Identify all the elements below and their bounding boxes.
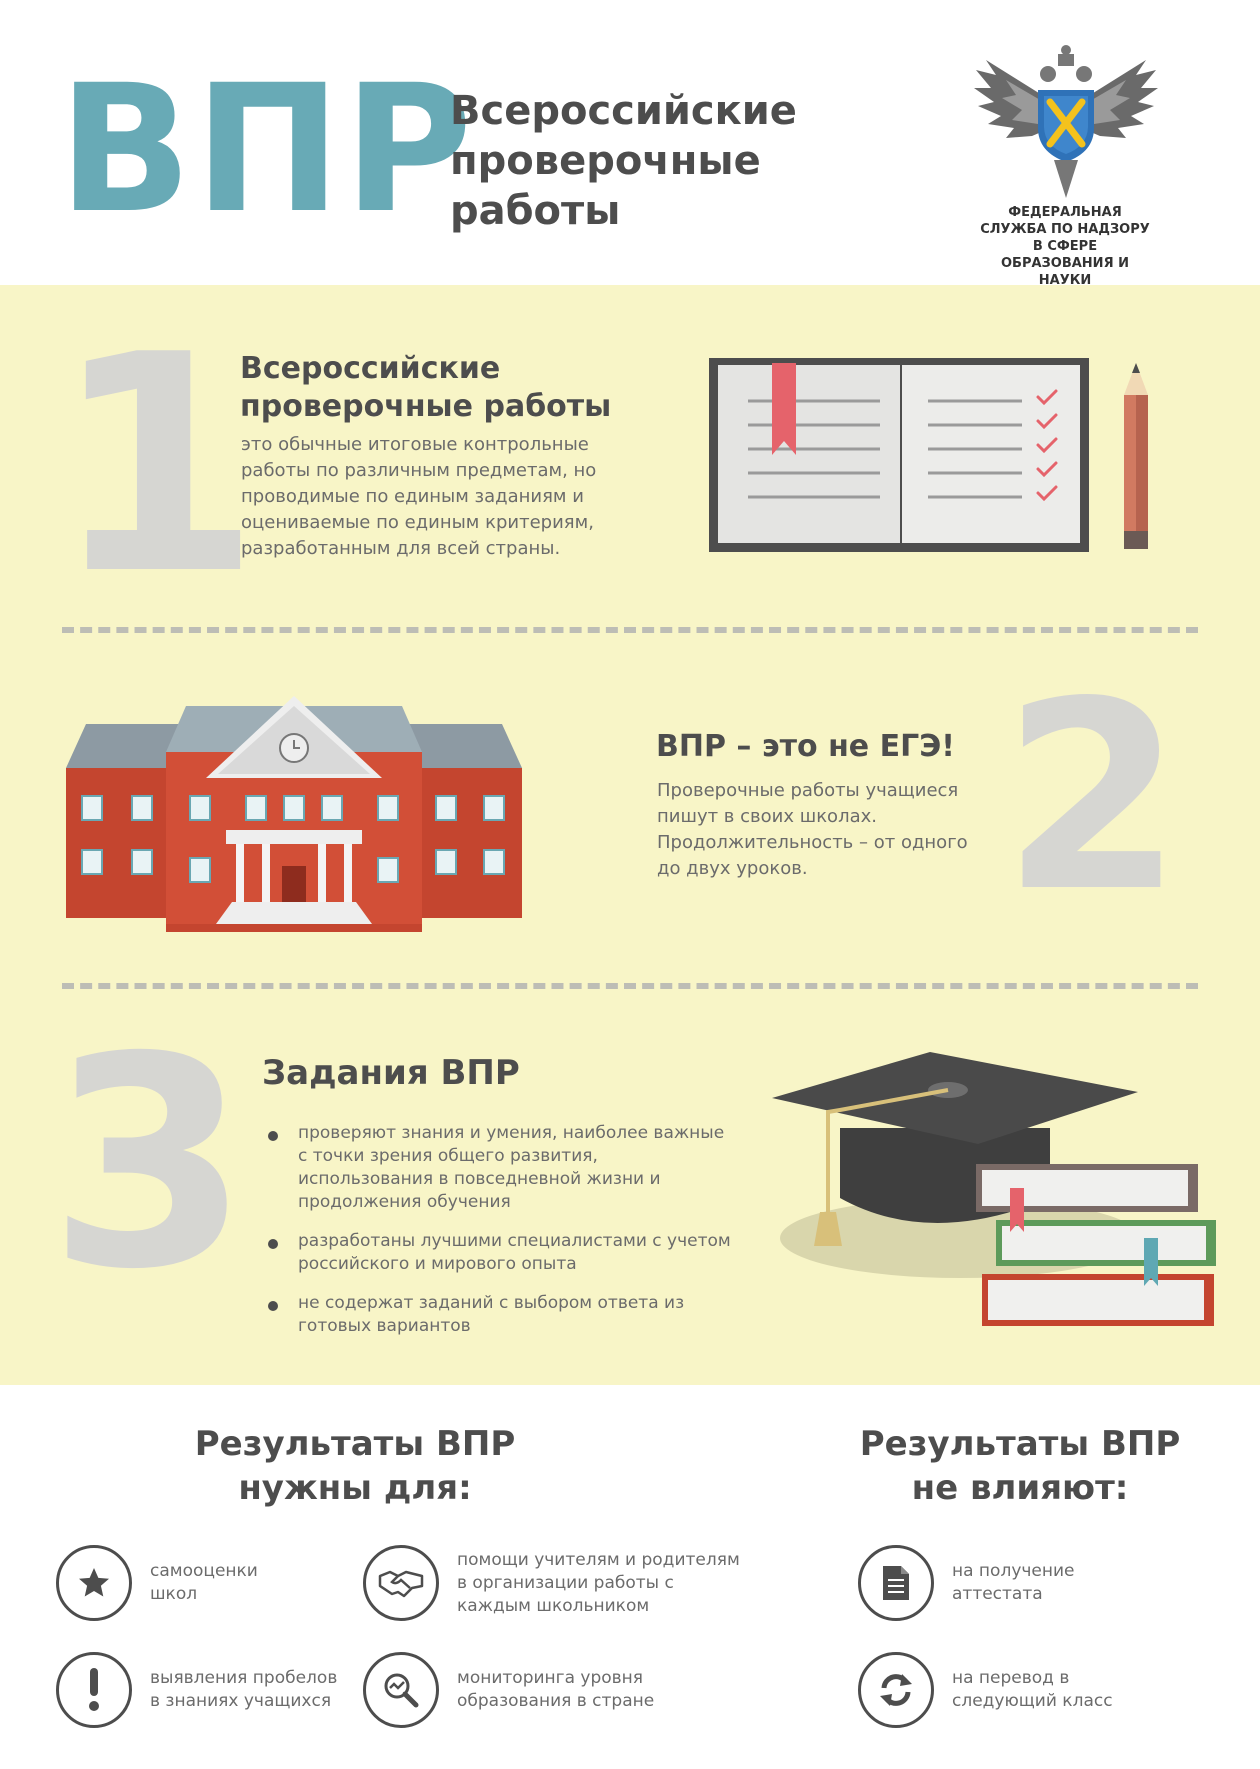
result-item-help: помощи учителям и родителям в организаци… — [363, 1545, 747, 1621]
section-divider — [62, 627, 1198, 633]
bullet-icon — [268, 1131, 278, 1141]
magnifier-chart-icon — [363, 1652, 439, 1728]
eagle-emblem-icon — [974, 45, 1158, 198]
list-item: не содержат заданий с выбором ответа из … — [268, 1292, 738, 1338]
agency-name: ФЕДЕРАЛЬНАЯ СЛУЖБА ПО НАДЗОРУ В СФЕРЕ ОБ… — [980, 205, 1150, 288]
result-item-self-assessment: самооценки школ — [56, 1545, 280, 1621]
result-item-label: мониторинга уровня образования в стране — [457, 1668, 655, 1711]
section-1-text: это обычные итоговые контрольные работы … — [241, 434, 597, 559]
list-item: проверяют знания и умения, наиболее важн… — [268, 1122, 738, 1214]
results-not-affect-title: Результаты ВПР не влияют: — [859, 1424, 1181, 1508]
result-item-label: помощи учителям и родителям в организаци… — [457, 1549, 740, 1616]
result-item-label: на получение аттестата — [952, 1561, 1075, 1604]
result-item-monitoring: мониторинга уровня образования в стране — [363, 1652, 697, 1728]
page-title: Всероссийские проверочные работы — [450, 88, 797, 234]
exclamation-icon — [56, 1652, 132, 1728]
section-1-title: Всероссийские проверочные работы — [240, 351, 612, 424]
graduation-cap-books-illustration — [772, 1052, 1216, 1326]
section-3-title: Задания ВПР — [262, 1053, 520, 1093]
school-building-illustration — [66, 696, 522, 932]
result-item-gaps: выявления пробелов в знаниях учащихся — [56, 1652, 340, 1728]
result-item-certificate: на получение аттестата — [858, 1545, 1092, 1621]
bullet-icon — [268, 1239, 278, 1249]
header: ВПР Всероссийские проверочные работы ФЕД… — [0, 0, 1260, 288]
section-number-2: 2 — [1002, 647, 1183, 949]
list-item: разработаны лучшими специалистами с учет… — [268, 1230, 738, 1276]
section-2-text: Проверочные работы учащиеся пишут в свои… — [657, 780, 968, 879]
result-item-transfer: на перевод в следующий класс — [858, 1652, 1132, 1728]
tasks-list: проверяют знания и умения, наиболее важн… — [268, 1122, 738, 1354]
result-item-label: выявления пробелов в знаниях учащихся — [150, 1668, 338, 1711]
result-item-label: самооценки школ — [150, 1561, 258, 1604]
star-icon — [56, 1545, 132, 1621]
results-needed-title: Результаты ВПР нужны для: — [194, 1424, 516, 1508]
handshake-icon — [363, 1545, 439, 1621]
result-item-label: на перевод в следующий класс — [952, 1668, 1113, 1711]
section-number-3: 3 — [48, 996, 250, 1333]
vpr-logo-text: ВПР — [58, 47, 475, 252]
section-divider — [62, 983, 1198, 989]
document-icon — [858, 1545, 934, 1621]
bullet-icon — [268, 1301, 278, 1311]
section-number-1: 1 — [52, 291, 261, 640]
refresh-icon — [858, 1652, 934, 1728]
section-2-title: ВПР – это не ЕГЭ! — [656, 729, 955, 764]
open-book-illustration — [709, 358, 1148, 552]
